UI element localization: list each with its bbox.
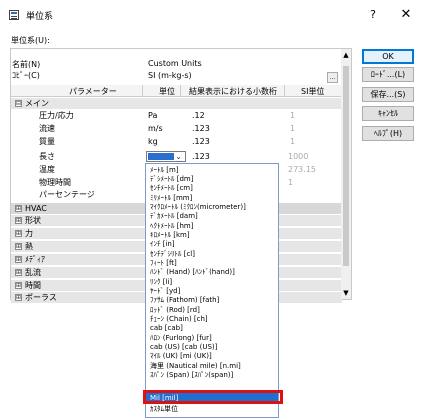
param-si: 273.15: [288, 165, 316, 174]
unit-option[interactable]: ﾘﾝｸ [li]: [150, 278, 172, 287]
save-button[interactable]: 保存...(S): [362, 87, 414, 102]
unit-option[interactable]: ﾐﾘﾒｰﾄﾙ [mm]: [150, 194, 192, 203]
param-name: 流速: [39, 124, 55, 133]
param-name: 圧力/応力: [39, 111, 74, 120]
unit-option[interactable]: ﾊﾝﾄﾞ (Hand) [ﾊﾝﾄﾞ(hand)]: [150, 268, 235, 277]
unit-option[interactable]: ﾒｰﾄﾙ [m]: [150, 166, 179, 175]
param-si: 1000: [288, 152, 309, 161]
header-unit: 単位: [159, 87, 175, 96]
unit-option[interactable]: ﾌｨｰﾄ [ft]: [150, 259, 177, 268]
param-si: 1: [290, 111, 296, 120]
unit-option[interactable]: ｲﾝﾁ [in]: [150, 240, 175, 249]
category-label: メイン: [25, 99, 49, 108]
category-row-main[interactable]: ⊟ メイン: [11, 98, 342, 109]
param-si: 1: [290, 124, 296, 133]
category-label: 熱: [25, 242, 33, 251]
param-row-velocity[interactable]: 流速 m/s .123 1: [11, 123, 342, 134]
header-parameter: パラメーター: [69, 87, 117, 96]
expand-icon[interactable]: ⊞: [15, 243, 22, 250]
unit-option[interactable]: cab (US) [cab (US)]: [150, 343, 217, 352]
param-si: 1: [290, 137, 296, 146]
category-label: 時間: [25, 281, 41, 290]
param-decimals[interactable]: .123: [192, 123, 210, 134]
title-bar: 単位系 ? ✕: [0, 0, 429, 30]
grid-scrollbar[interactable]: ▲ ▼: [341, 49, 351, 299]
unit-option[interactable]: ｶｽﾀﾑ単位: [150, 405, 178, 414]
close-button[interactable]: ✕: [398, 6, 414, 24]
scroll-down-icon[interactable]: ▼: [341, 289, 351, 297]
expand-icon[interactable]: ⊞: [15, 230, 22, 237]
load-button[interactable]: ﾛｰﾄﾞ...(L): [362, 67, 414, 82]
length-unit-combo[interactable]: ⌄: [146, 151, 186, 162]
category-label: HVAC: [25, 204, 47, 213]
unit-option[interactable]: ﾊﾛﾝ (Furlong) [fur]: [150, 334, 212, 343]
category-label: 乱流: [25, 268, 41, 277]
chevron-down-icon[interactable]: ⌄: [175, 152, 182, 162]
scroll-up-icon[interactable]: ▲: [341, 51, 351, 59]
param-unit[interactable]: m/s: [148, 123, 163, 134]
unit-option[interactable]: ﾃﾞｶﾒｰﾄﾙ [dam]: [150, 212, 198, 221]
unit-option[interactable]: cab [cab]: [150, 324, 183, 333]
unit-option[interactable]: ﾌｧｻﾑ (Fathom) [fath]: [150, 296, 219, 305]
scroll-thumb[interactable]: [343, 66, 349, 266]
unit-option[interactable]: ﾔｰﾄﾞ [yd]: [150, 287, 180, 296]
param-unit[interactable]: Pa: [148, 110, 157, 121]
unit-option[interactable]: ﾍｸﾄﾒｰﾄﾙ [hm]: [150, 222, 193, 231]
cancel-button[interactable]: ｷｬﾝｾﾙ: [362, 106, 414, 121]
param-decimals[interactable]: .12: [192, 110, 205, 121]
copy-label: ｺﾋﾟｰ(C): [12, 71, 40, 80]
unit-option[interactable]: ﾛｯﾄﾞ (Rod) [rd]: [150, 306, 200, 315]
more-button[interactable]: ...: [327, 72, 338, 83]
unit-option[interactable]: ｾﾝﾁﾒｰﾄﾙ [cm]: [150, 184, 193, 193]
unit-option[interactable]: ｷﾛﾒｰﾄﾙ [km]: [150, 231, 190, 240]
category-label: 力: [25, 229, 33, 238]
expand-icon[interactable]: ⊞: [15, 294, 22, 301]
help-dialog-button[interactable]: ﾍﾙﾌﾟ(H): [362, 126, 414, 141]
param-decimals[interactable]: .123: [192, 151, 210, 162]
unit-option[interactable]: ﾃﾞｼﾒｰﾄﾙ [dm]: [150, 175, 193, 184]
ok-button[interactable]: OK: [362, 49, 414, 64]
copy-from-select[interactable]: SI (m-kg-s): [146, 70, 326, 81]
grid-header: パラメーター 単位 結果表示における小数桁 SI単位: [11, 85, 342, 97]
category-label: ポーラス: [25, 293, 57, 302]
expand-icon[interactable]: ⊞: [15, 217, 22, 224]
annotation-highlight-box: [143, 390, 283, 404]
param-name: 長さ: [39, 152, 55, 161]
header-divider: [284, 85, 285, 97]
param-unit[interactable]: kg: [148, 136, 158, 147]
name-value[interactable]: Custom Units: [148, 59, 202, 68]
collapse-icon[interactable]: ⊟: [15, 100, 22, 107]
length-unit-dropdown[interactable]: ﾒｰﾄﾙ [m] ﾃﾞｼﾒｰﾄﾙ [dm] ｾﾝﾁﾒｰﾄﾙ [cm] ﾐﾘﾒｰﾄ…: [145, 163, 279, 418]
expand-icon[interactable]: ⊞: [15, 256, 22, 263]
param-name: パーセンテージ: [39, 190, 95, 199]
unit-option[interactable]: ﾏｲｸﾛﾒｰﾄﾙ (ﾐｸﾛﾝ(micrometer)]: [150, 203, 246, 212]
param-name: 質量: [39, 137, 55, 146]
category-label: ﾒﾃﾞｨｱ: [25, 255, 45, 264]
window-title: 単位系: [26, 12, 54, 22]
unit-system-label: 単位系(U):: [11, 36, 50, 45]
header-divider: [142, 85, 143, 97]
app-icon: [9, 10, 19, 20]
param-name: 温度: [39, 165, 55, 174]
param-si: 1: [288, 178, 294, 187]
unit-option[interactable]: ﾁｪｰﾝ (Chain) [ch]: [150, 315, 208, 324]
expand-icon[interactable]: ⊞: [15, 205, 22, 212]
param-row-pressure[interactable]: 圧力/応力 Pa .12 1: [11, 110, 342, 121]
name-label: 名前(N): [12, 60, 41, 69]
combo-selected-text: [148, 153, 174, 160]
header-si: SI単位: [301, 87, 325, 96]
header-decimals: 結果表示における小数桁: [189, 87, 277, 96]
expand-icon[interactable]: ⊞: [15, 269, 22, 276]
unit-option[interactable]: ﾏｲﾙ (UK) [mi (UK)]: [150, 352, 212, 361]
expand-icon[interactable]: ⊞: [15, 282, 22, 289]
category-label: 形状: [25, 216, 41, 225]
unit-option[interactable]: 海里 (Nautical mile) [n.mi]: [150, 362, 241, 371]
header-divider: [180, 85, 181, 97]
param-row-mass[interactable]: 質量 kg .123 1: [11, 136, 342, 147]
unit-option[interactable]: ｾﾝﾁﾃﾞｼﾘﾄﾙ [cl]: [150, 250, 195, 259]
help-button[interactable]: ?: [365, 6, 381, 24]
param-decimals[interactable]: .123: [192, 136, 210, 147]
param-name: 物理時間: [39, 178, 71, 187]
unit-option[interactable]: ｽﾊﾟﾝ (Span) [ｽﾊﾟﾝ(span)]: [150, 371, 233, 380]
